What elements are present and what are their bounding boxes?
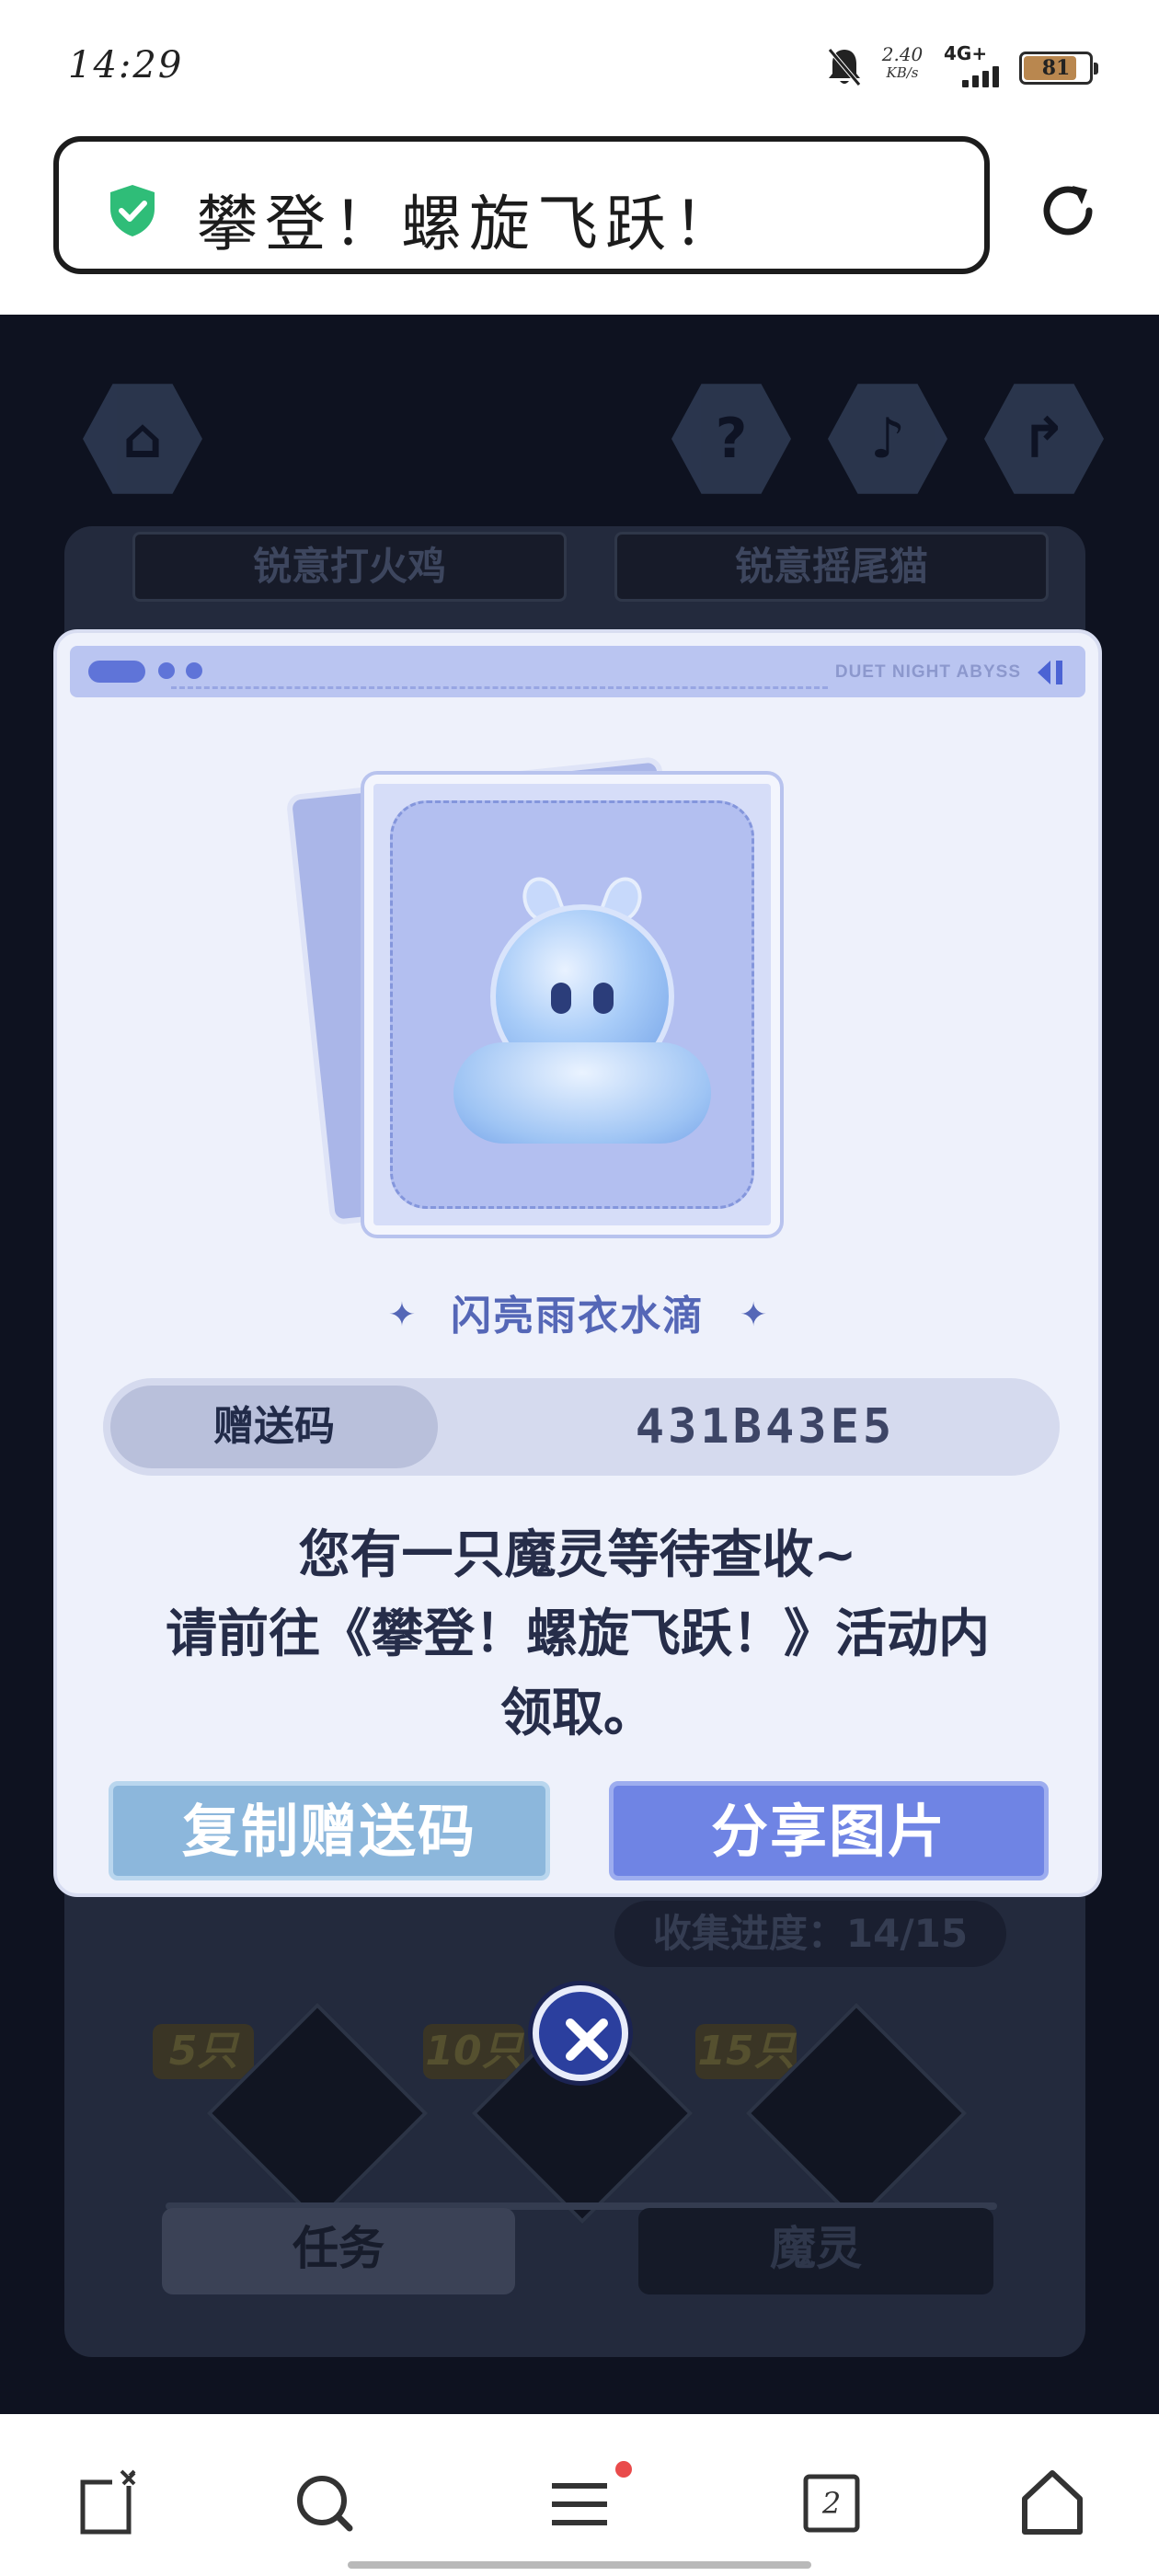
notification-dot: [615, 2461, 632, 2478]
close-button[interactable]: [533, 1985, 628, 2081]
collection-progress: 收集进度：14/15: [614, 1901, 1006, 1967]
net-speed: 2.40 KB/s: [879, 44, 925, 81]
signal-icon: 4G+: [944, 42, 1006, 90]
tab-left: 锐意打火鸡: [132, 532, 567, 602]
home-indicator[interactable]: [348, 2561, 811, 2569]
shield-check-icon: [110, 185, 155, 236]
spirit-image: [453, 871, 711, 1144]
battery-icon: 81: [1019, 52, 1098, 85]
item-name: 闪亮雨衣水滴: [451, 1293, 705, 1340]
menu-icon[interactable]: [543, 2466, 616, 2539]
tab-right: 锐意摇尾猫: [614, 532, 1049, 602]
sparkle-icon: ✦: [740, 1296, 768, 1334]
progress-label: 收集进度：: [652, 1911, 846, 1956]
status-bar: 14:29 2.40 KB/s 4G+ 81: [0, 0, 1159, 133]
tier-10: 10只: [423, 2024, 524, 2079]
tabs-count: 2: [821, 2486, 842, 2521]
net-speed-value: 2.40: [881, 43, 924, 65]
net-speed-unit: KB/s: [886, 64, 919, 81]
copy-code-button[interactable]: 复制赠送码: [109, 1781, 550, 1880]
tabs-icon[interactable]: 2: [795, 2466, 868, 2539]
share-image-button[interactable]: 分享图片: [609, 1781, 1049, 1880]
message-line: 请前往《攀登！螺旋飞跃！》活动内: [166, 1604, 990, 1664]
spirits-tab: 魔灵: [638, 2208, 993, 2294]
tasks-tab: 任务: [162, 2208, 515, 2294]
music-icon: ♪: [828, 384, 947, 494]
home-icon[interactable]: [1016, 2466, 1089, 2539]
tier-5: 5只: [153, 2024, 254, 2079]
sparkle-icon: ✦: [387, 1296, 416, 1334]
address-bar[interactable]: 攀登！螺旋飞跃！: [53, 136, 990, 274]
message-line: 您有一只魔灵等待查收~: [298, 1525, 857, 1585]
help-icon: ?: [671, 384, 791, 494]
gift-code-value: 431B43E5: [635, 1399, 896, 1455]
status-time: 14:29: [68, 44, 184, 86]
network-type: 4G+: [944, 42, 988, 64]
message-line: 领取。: [500, 1684, 655, 1743]
close-tab-icon[interactable]: [72, 2466, 145, 2539]
home-icon: ⌂: [83, 384, 202, 494]
popup-header: DUET NIGHT ABYSS: [70, 646, 1085, 697]
spirit-card: [364, 775, 780, 1235]
close-icon: [566, 2018, 608, 2061]
reload-icon[interactable]: [1036, 178, 1100, 243]
battery-level: 81: [1041, 56, 1071, 80]
gift-message: 您有一只魔灵等待查收~ 请前往《攀登！螺旋飞跃！》活动内 领取。: [94, 1516, 1061, 1754]
gift-code-label: 赠送码: [110, 1386, 438, 1468]
item-name-row: ✦ 闪亮雨衣水滴 ✦: [57, 1282, 1098, 1341]
page-title: 攀登！螺旋飞跃！: [197, 189, 741, 259]
header-brand: DUET NIGHT ABYSS: [834, 662, 1021, 682]
share-icon: ↱: [984, 384, 1104, 494]
progress-value: 14/15: [845, 1911, 969, 1956]
browser-bottom-nav: 2: [0, 2414, 1159, 2576]
search-icon[interactable]: [289, 2466, 362, 2539]
tier-15: 15只: [695, 2024, 797, 2079]
bell-muted-icon: [828, 48, 861, 86]
rewind-icon: [1038, 661, 1062, 684]
gift-code-bar: 赠送码 431B43E5: [103, 1378, 1060, 1476]
gift-popup: DUET NIGHT ABYSS ✦ 闪亮雨衣水滴 ✦ 赠送码 431B43E5 您…: [53, 629, 1102, 1897]
